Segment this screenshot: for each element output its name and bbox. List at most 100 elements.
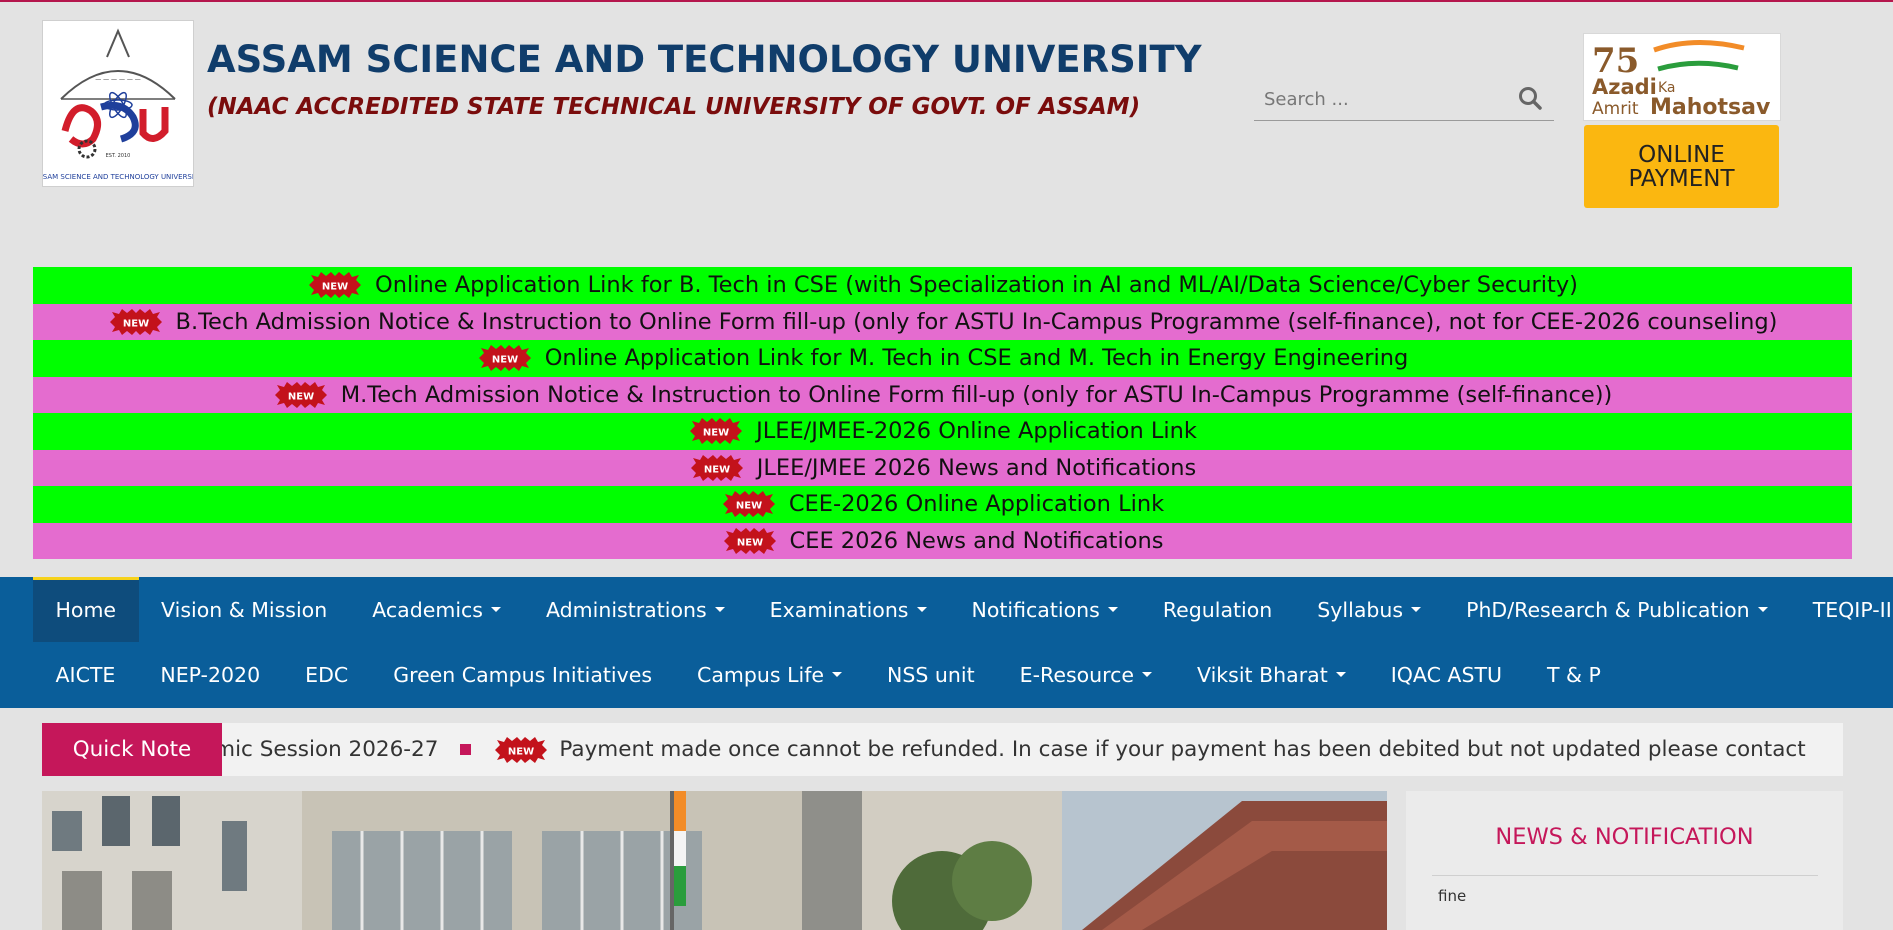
caret-down-icon	[490, 607, 501, 612]
new-badge-icon: NEW	[309, 272, 362, 299]
nav-label: T & P	[1547, 662, 1601, 687]
nav-label: Academics	[372, 597, 483, 622]
nav-item-vision-mission[interactable]: Vision & Mission	[139, 577, 350, 642]
badge-text: NEW	[736, 537, 762, 548]
badge-text: NEW	[508, 746, 534, 757]
azadi-word: Azadi	[1592, 75, 1657, 99]
notice-text: M.Tech Admission Notice & Instruction to…	[340, 381, 1613, 408]
notice-list: NEW Online Application Link for B. Tech i…	[33, 267, 1852, 559]
ka-word: Ka	[1658, 80, 1676, 96]
online-payment-button[interactable]: ONLINE PAYMENT	[1584, 125, 1779, 208]
site-tagline: (NAAC ACCREDITED STATE TECHNICAL UNIVERS…	[207, 94, 1141, 120]
nav-item-academics[interactable]: Academics	[350, 577, 524, 642]
caret-down-icon	[916, 607, 927, 612]
notice-link[interactable]: NEW Online Application Link for M. Tech i…	[33, 340, 1852, 377]
main-navigation: Home Vision & Mission Academics Administrat…	[0, 577, 1893, 708]
nav-label: NSS unit	[887, 662, 975, 687]
quick-note-label: Quick Note	[42, 723, 222, 776]
notice-text: CEE-2026 Online Application Link	[788, 491, 1165, 518]
news-divider	[1432, 875, 1818, 876]
notice-text: JLEE/JMEE-2026 Online Application Link	[756, 418, 1197, 445]
notice-link[interactable]: NEW JLEE/JMEE 2026 News and Notifications	[33, 449, 1852, 486]
new-badge-icon: NEW	[495, 736, 548, 763]
notice-link[interactable]: NEW JLEE/JMEE-2026 Online Application Lin…	[33, 413, 1852, 450]
new-badge-icon: NEW	[690, 418, 743, 445]
nav-item-administrations[interactable]: Administrations	[523, 577, 747, 642]
new-badge-icon: NEW	[690, 454, 743, 481]
notice-text: Online Application Link for B. Tech in C…	[375, 272, 1578, 299]
search-box	[1254, 78, 1554, 121]
nav-item-regulation[interactable]: Regulation	[1140, 577, 1294, 642]
nav-label: Regulation	[1162, 597, 1273, 622]
nav-item-aicte[interactable]: AICTE	[33, 642, 138, 707]
nav-label: EDC	[305, 662, 349, 687]
nav-item-edc[interactable]: EDC	[283, 642, 371, 707]
search-icon[interactable]	[1516, 84, 1544, 112]
ticker-item[interactable]: Notice for Academic Session 2026-27	[222, 737, 438, 762]
nav-label: Vision & Mission	[161, 597, 328, 622]
nav-item-e-resource[interactable]: E-Resource	[997, 642, 1174, 707]
notice-link[interactable]: NEW B.Tech Admission Notice & Instruction…	[33, 303, 1852, 340]
notice-text: JLEE/JMEE 2026 News and Notifications	[756, 454, 1197, 481]
caret-down-icon	[832, 672, 843, 677]
caret-down-icon	[1142, 672, 1153, 677]
badge-text: NEW	[122, 318, 148, 329]
nav-label: Viksit Bharat	[1197, 662, 1328, 687]
quick-note-bar: Quick Note Notice for Academic Session 2…	[42, 723, 1843, 776]
nav-item-syllabus[interactable]: Syllabus	[1295, 577, 1444, 642]
amrit-word: Amrit	[1592, 99, 1639, 119]
nav-item-viksit-bharat[interactable]: Viksit Bharat	[1175, 642, 1369, 707]
site-title[interactable]: ASSAM SCIENCE AND TECHNOLOGY UNIVERSITY	[207, 38, 1202, 81]
nav-item-examinations[interactable]: Examinations	[747, 577, 949, 642]
new-badge-icon: NEW	[722, 491, 775, 518]
top-accent-line	[0, 0, 1893, 2]
nav-item-home[interactable]: Home	[33, 577, 139, 642]
news-item[interactable]: fine	[1438, 887, 1466, 905]
nav-label: TEQIP-III	[1812, 597, 1893, 622]
notice-link[interactable]: NEW CEE-2026 Online Application Link	[33, 486, 1852, 523]
nav-item-phd-research-publication[interactable]: PhD/Research & Publication	[1444, 577, 1791, 642]
logo-text: ASSAM SCIENCE AND TECHNOLOGY UNIVERSITY	[43, 173, 193, 181]
university-logo[interactable]: — — — — — — ASSAM SCIENCE AND TECHNOLOGY…	[34, 20, 203, 187]
nav-row-1: Home Vision & Mission Academics Administrat…	[33, 577, 1893, 642]
notice-link[interactable]: NEW M.Tech Admission Notice & Instruction…	[33, 376, 1852, 413]
nav-item-campus-life[interactable]: Campus Life	[675, 642, 865, 707]
nav-item-t-p[interactable]: T & P	[1525, 642, 1624, 707]
nav-label: Notifications	[971, 597, 1100, 622]
new-badge-icon: NEW	[274, 381, 327, 408]
nav-label: Green Campus Initiatives	[393, 662, 653, 687]
nav-label: Examinations	[769, 597, 909, 622]
caret-down-icon	[1335, 672, 1346, 677]
nav-item-notifications[interactable]: Notifications	[949, 577, 1140, 642]
search-input[interactable]	[1262, 82, 1516, 116]
nav-item-nep-2020[interactable]: NEP-2020	[138, 642, 283, 707]
quick-note-ticker: Notice for Academic Session 2026-27 NEW …	[222, 723, 1843, 776]
nav-item-green-campus-initiatives[interactable]: Green Campus Initiatives	[371, 642, 675, 707]
nav-label: IQAC ASTU	[1390, 662, 1502, 687]
notice-text: B.Tech Admission Notice & Instruction to…	[175, 308, 1778, 335]
ticker-item[interactable]: Payment made once cannot be refunded. In…	[559, 737, 1805, 762]
notice-link[interactable]: NEW Online Application Link for B. Tech i…	[33, 267, 1852, 304]
nav-item-iqac-astu[interactable]: IQAC ASTU	[1368, 642, 1524, 707]
svg-text:— — — — — —: — — — — — —	[95, 76, 141, 83]
badge-text: NEW	[736, 501, 762, 512]
caret-down-icon	[714, 607, 725, 612]
nav-label: AICTE	[55, 662, 116, 687]
caret-down-icon	[1107, 607, 1118, 612]
notice-text: Online Application Link for M. Tech in C…	[544, 345, 1409, 372]
badge-text: NEW	[704, 464, 730, 475]
nav-label: Campus Life	[697, 662, 825, 687]
mahotsav-word: Mahotsav	[1650, 95, 1771, 120]
nav-item-teqip-iii[interactable]: TEQIP-III	[1790, 577, 1893, 642]
nav-row-2: AICTE NEP-2020 EDC Green Campus Initiatives…	[33, 642, 1623, 707]
caret-down-icon	[1757, 607, 1768, 612]
notice-link[interactable]: NEW CEE 2026 News and Notifications	[33, 522, 1852, 559]
nav-label: E-Resource	[1019, 662, 1135, 687]
new-badge-icon: NEW	[109, 308, 162, 335]
badge-text: NEW	[288, 391, 314, 402]
nav-item-nss-unit[interactable]: NSS unit	[865, 642, 998, 707]
news-panel: NEWS & NOTIFICATION fine	[1406, 791, 1843, 930]
news-title: NEWS & NOTIFICATION	[1495, 824, 1754, 850]
azadi-ka-amrit-mahotsav-logo[interactable]: 75 Azadi Ka Amrit Mahotsav	[1583, 33, 1781, 121]
campus-photo	[42, 791, 1387, 930]
